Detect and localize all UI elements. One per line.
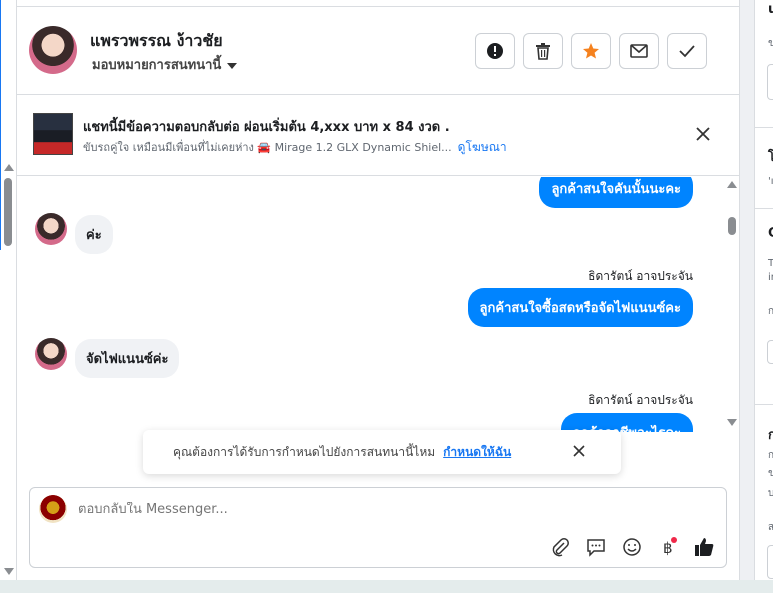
right-panel-text-fragment: ข — [768, 36, 773, 51]
emoji-button[interactable] — [621, 536, 643, 558]
toast-text: คุณต้องการได้รับการกำหนดไปยังการสนทนานี้… — [173, 445, 436, 459]
star-icon — [583, 43, 599, 59]
mark-unread-button[interactable] — [619, 33, 659, 69]
assign-to-me-link[interactable]: กำหนดให้ฉัน — [443, 445, 511, 459]
right-panel-heading-fragment: โ — [768, 146, 773, 167]
right-panel-text-fragment: 'ı — [768, 176, 773, 187]
right-panel-text-fragment: ก — [768, 448, 773, 463]
reply-composer: ฿ — [29, 487, 727, 568]
message-sender: ธิดารัตน์ อาจประจัน — [588, 393, 693, 407]
chat-scrollbar[interactable] — [726, 177, 738, 432]
mark-done-button[interactable] — [667, 33, 707, 69]
left-scrollbar-thumb[interactable] — [4, 178, 12, 246]
assign-label: มอบหมายการสนทนานี้ — [92, 58, 222, 73]
close-icon[interactable] — [693, 124, 713, 144]
message-bubble-outgoing: ลูกค้าสนใจซื้อสดหรือจัดไฟแนนซ์คะ — [467, 288, 693, 327]
conversation-header: แพรวพรรณ ง้าวชัย มอบหมายการสนทนานี้ — [17, 6, 739, 95]
right-panel-text-fragment: T — [768, 258, 773, 269]
star-button[interactable] — [571, 33, 611, 69]
right-panel-field[interactable] — [767, 64, 773, 100]
chat-scrollbar-thumb[interactable] — [728, 217, 736, 235]
smiley-icon — [623, 538, 641, 556]
like-button[interactable] — [693, 536, 715, 558]
paperclip-icon — [552, 538, 569, 557]
caret-down-icon — [227, 62, 238, 69]
right-panel-text-fragment: ก — [768, 304, 773, 319]
ad-context-banner: แชทนี้มีข้อความตอบกลับต่อ ผ่อนเริ่มต้น 4… — [17, 96, 739, 176]
delete-button[interactable] — [523, 33, 563, 69]
right-panel-field[interactable] — [767, 545, 773, 579]
envelope-icon — [630, 44, 648, 58]
payment-button[interactable]: ฿ — [657, 536, 679, 558]
right-panel-text-fragment: ส — [768, 520, 773, 535]
scroll-up-arrow-icon[interactable] — [727, 181, 737, 188]
speech-bubble-icon — [587, 539, 605, 557]
contact-name[interactable]: แพรวพรรณ ง้าวชัย — [90, 29, 223, 54]
page-avatar — [39, 495, 67, 523]
exclamation-icon — [487, 43, 503, 59]
saved-replies-button[interactable] — [585, 536, 607, 558]
baht-icon: ฿ — [663, 537, 677, 557]
message-thread: ลูกค้าสนใจคันนั้นนะคะ ค่ะ ธิดารัตน์ อาจป… — [17, 177, 739, 432]
left-panel-edge — [0, 0, 17, 580]
ad-subtitle-text: ขับรถคู่ใจ เหมือนมีเพื่อนที่ไม่เคยห่าง 🚘… — [83, 141, 452, 154]
reply-input[interactable] — [78, 502, 478, 517]
message-bubble-outgoing: ลูกค้าสนใจคันนั้นนะคะ — [539, 177, 693, 208]
assign-prompt-toast: คุณต้องการได้รับการกำหนดไปยังการสนทนานี้… — [143, 430, 621, 474]
selection-indicator — [0, 0, 1, 250]
attach-button[interactable] — [549, 536, 571, 558]
contact-avatar[interactable] — [29, 26, 77, 74]
thumbs-up-icon — [695, 538, 714, 556]
trash-icon — [536, 43, 550, 60]
svg-text:฿: ฿ — [663, 539, 673, 557]
right-panel-divider — [755, 208, 773, 209]
right-panel-text-fragment: บ — [768, 486, 773, 501]
right-panel-field[interactable] — [767, 340, 773, 364]
right-panel-divider — [755, 127, 773, 128]
right-panel-heading-fragment: C — [768, 226, 773, 241]
conversation-panel: แพรวพรรณ ง้าวชัย มอบหมายการสนทนานี้ แชทน… — [17, 0, 740, 580]
right-panel-text-fragment: in — [768, 272, 773, 283]
view-ad-link[interactable]: ดูโฆษณา — [458, 140, 507, 154]
message-bubble-incoming: ค่ะ — [75, 215, 113, 254]
right-panel-text-fragment: ข — [768, 466, 773, 481]
contact-avatar-small — [35, 213, 67, 245]
contact-avatar-small — [35, 338, 67, 370]
scroll-down-arrow-icon[interactable] — [727, 419, 737, 426]
right-details-panel-edge: u ข โ 'ı C T in ก ก ก ข บ ส — [754, 0, 773, 580]
right-panel-divider — [755, 404, 773, 405]
report-button[interactable] — [475, 33, 515, 69]
ad-thumbnail[interactable] — [33, 113, 73, 155]
ad-title: แชทนี้มีข้อความตอบกลับต่อ ผ่อนเริ่มต้น 4… — [83, 120, 450, 135]
toast-message: คุณต้องการได้รับการกำหนดไปยังการสนทนานี้… — [173, 443, 511, 462]
scroll-down-arrow-icon[interactable] — [4, 568, 14, 575]
right-panel-heading-fragment: u — [768, 2, 773, 17]
checkmark-icon — [679, 45, 695, 58]
right-panel-heading-fragment: ก — [768, 424, 773, 445]
scroll-up-arrow-icon[interactable] — [4, 164, 14, 171]
assign-conversation-dropdown[interactable]: มอบหมายการสนทนานี้ — [92, 54, 238, 75]
ad-subtitle: ขับรถคู่ใจ เหมือนมีเพื่อนที่ไม่เคยห่าง 🚘… — [83, 138, 507, 157]
message-sender: ธิดารัตน์ อาจประจัน — [588, 269, 693, 283]
close-icon[interactable] — [571, 443, 587, 459]
message-bubble-incoming: จัดไฟแนนซ์ค่ะ — [75, 339, 180, 378]
bottom-bar — [0, 580, 773, 593]
